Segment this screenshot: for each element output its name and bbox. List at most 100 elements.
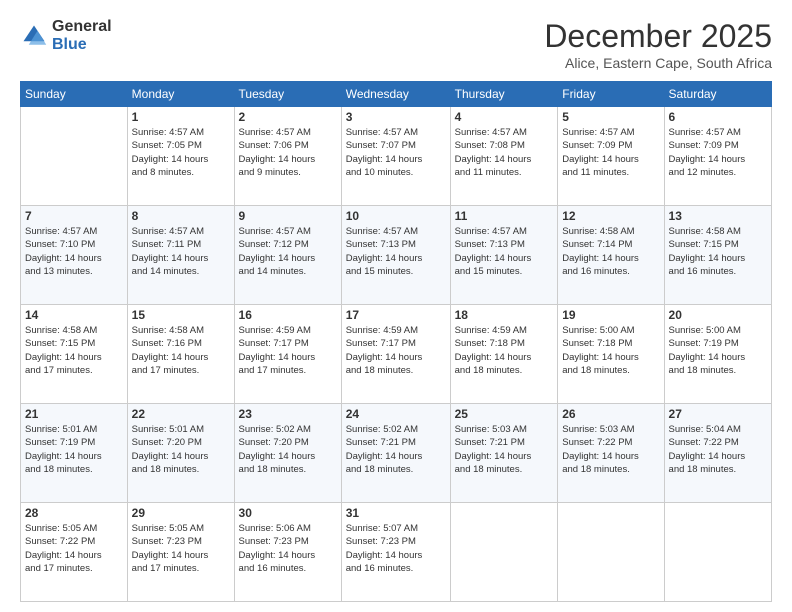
- day-number: 26: [562, 407, 659, 421]
- logo: General Blue: [20, 18, 112, 53]
- calendar-cell: 5 Sunrise: 4:57 AM Sunset: 7:09 PM Daylig…: [558, 107, 664, 206]
- calendar-cell: 28 Sunrise: 5:05 AM Sunset: 7:22 PM Dayli…: [21, 503, 128, 602]
- calendar-cell: 2 Sunrise: 4:57 AM Sunset: 7:06 PM Daylig…: [234, 107, 341, 206]
- day-info: Sunrise: 5:04 AM Sunset: 7:22 PM Dayligh…: [669, 423, 767, 476]
- day-number: 24: [346, 407, 446, 421]
- day-info: Sunrise: 4:57 AM Sunset: 7:11 PM Dayligh…: [132, 225, 230, 278]
- calendar-header-wednesday: Wednesday: [341, 82, 450, 107]
- day-number: 27: [669, 407, 767, 421]
- calendar-cell: [21, 107, 128, 206]
- day-number: 29: [132, 506, 230, 520]
- calendar-cell: 18 Sunrise: 4:59 AM Sunset: 7:18 PM Dayli…: [450, 305, 558, 404]
- day-info: Sunrise: 4:57 AM Sunset: 7:06 PM Dayligh…: [239, 126, 337, 179]
- day-number: 30: [239, 506, 337, 520]
- calendar-cell: 24 Sunrise: 5:02 AM Sunset: 7:21 PM Dayli…: [341, 404, 450, 503]
- day-info: Sunrise: 5:06 AM Sunset: 7:23 PM Dayligh…: [239, 522, 337, 575]
- calendar-cell: 23 Sunrise: 5:02 AM Sunset: 7:20 PM Dayli…: [234, 404, 341, 503]
- calendar-cell: 13Sunrise: 4:58 AM Sunset: 7:15 PM Dayli…: [664, 206, 771, 305]
- calendar-header-thursday: Thursday: [450, 82, 558, 107]
- calendar-cell: 26 Sunrise: 5:03 AM Sunset: 7:22 PM Dayli…: [558, 404, 664, 503]
- calendar-cell: 10Sunrise: 4:57 AM Sunset: 7:13 PM Dayli…: [341, 206, 450, 305]
- day-info: Sunrise: 4:57 AM Sunset: 7:12 PM Dayligh…: [239, 225, 337, 278]
- day-info: Sunrise: 5:00 AM Sunset: 7:18 PM Dayligh…: [562, 324, 659, 377]
- day-number: 7: [25, 209, 123, 223]
- calendar-cell: 29 Sunrise: 5:05 AM Sunset: 7:23 PM Dayli…: [127, 503, 234, 602]
- calendar-cell: 3 Sunrise: 4:57 AM Sunset: 7:07 PM Daylig…: [341, 107, 450, 206]
- day-info: Sunrise: 4:59 AM Sunset: 7:18 PM Dayligh…: [455, 324, 554, 377]
- day-number: 5: [562, 110, 659, 124]
- calendar-cell: [664, 503, 771, 602]
- day-info: Sunrise: 4:57 AM Sunset: 7:07 PM Dayligh…: [346, 126, 446, 179]
- calendar-header-tuesday: Tuesday: [234, 82, 341, 107]
- logo-blue: Blue: [52, 36, 112, 54]
- day-number: 9: [239, 209, 337, 223]
- day-number: 3: [346, 110, 446, 124]
- logo-text: General Blue: [52, 18, 112, 53]
- calendar-cell: 20Sunrise: 5:00 AM Sunset: 7:19 PM Dayli…: [664, 305, 771, 404]
- calendar-cell: 22Sunrise: 5:01 AM Sunset: 7:20 PM Dayli…: [127, 404, 234, 503]
- day-number: 8: [132, 209, 230, 223]
- logo-general: General: [52, 18, 112, 36]
- calendar-cell: 15Sunrise: 4:58 AM Sunset: 7:16 PM Dayli…: [127, 305, 234, 404]
- month-title: December 2025: [544, 18, 772, 55]
- day-number: 6: [669, 110, 767, 124]
- day-info: Sunrise: 4:57 AM Sunset: 7:13 PM Dayligh…: [455, 225, 554, 278]
- day-number: 18: [455, 308, 554, 322]
- day-info: Sunrise: 5:05 AM Sunset: 7:22 PM Dayligh…: [25, 522, 123, 575]
- day-info: Sunrise: 5:02 AM Sunset: 7:20 PM Dayligh…: [239, 423, 337, 476]
- day-info: Sunrise: 4:57 AM Sunset: 7:09 PM Dayligh…: [562, 126, 659, 179]
- day-number: 14: [25, 308, 123, 322]
- day-number: 4: [455, 110, 554, 124]
- day-info: Sunrise: 5:07 AM Sunset: 7:23 PM Dayligh…: [346, 522, 446, 575]
- logo-icon: [20, 22, 48, 50]
- calendar-cell: 1Sunrise: 4:57 AM Sunset: 7:05 PM Daylig…: [127, 107, 234, 206]
- calendar-week-row: 14 Sunrise: 4:58 AM Sunset: 7:15 PM Dayli…: [21, 305, 772, 404]
- header: General Blue December 2025 Alice, Easter…: [20, 18, 772, 71]
- calendar-week-row: 28 Sunrise: 5:05 AM Sunset: 7:22 PM Dayli…: [21, 503, 772, 602]
- calendar-table: SundayMondayTuesdayWednesdayThursdayFrid…: [20, 81, 772, 602]
- calendar-cell: 12Sunrise: 4:58 AM Sunset: 7:14 PM Dayli…: [558, 206, 664, 305]
- day-info: Sunrise: 5:02 AM Sunset: 7:21 PM Dayligh…: [346, 423, 446, 476]
- day-info: Sunrise: 4:58 AM Sunset: 7:15 PM Dayligh…: [25, 324, 123, 377]
- calendar-header-monday: Monday: [127, 82, 234, 107]
- calendar-cell: 4 Sunrise: 4:57 AM Sunset: 7:08 PM Daylig…: [450, 107, 558, 206]
- day-info: Sunrise: 4:58 AM Sunset: 7:16 PM Dayligh…: [132, 324, 230, 377]
- title-block: December 2025 Alice, Eastern Cape, South…: [544, 18, 772, 71]
- calendar-cell: 21Sunrise: 5:01 AM Sunset: 7:19 PM Dayli…: [21, 404, 128, 503]
- calendar-cell: 11 Sunrise: 4:57 AM Sunset: 7:13 PM Dayli…: [450, 206, 558, 305]
- calendar-cell: 7Sunrise: 4:57 AM Sunset: 7:10 PM Daylig…: [21, 206, 128, 305]
- day-info: Sunrise: 5:03 AM Sunset: 7:22 PM Dayligh…: [562, 423, 659, 476]
- calendar-week-row: 21Sunrise: 5:01 AM Sunset: 7:19 PM Dayli…: [21, 404, 772, 503]
- day-info: Sunrise: 5:00 AM Sunset: 7:19 PM Dayligh…: [669, 324, 767, 377]
- day-info: Sunrise: 4:57 AM Sunset: 7:08 PM Dayligh…: [455, 126, 554, 179]
- day-number: 31: [346, 506, 446, 520]
- day-number: 28: [25, 506, 123, 520]
- day-info: Sunrise: 5:05 AM Sunset: 7:23 PM Dayligh…: [132, 522, 230, 575]
- day-info: Sunrise: 5:03 AM Sunset: 7:21 PM Dayligh…: [455, 423, 554, 476]
- day-info: Sunrise: 4:57 AM Sunset: 7:09 PM Dayligh…: [669, 126, 767, 179]
- calendar-cell: 31 Sunrise: 5:07 AM Sunset: 7:23 PM Dayli…: [341, 503, 450, 602]
- calendar-cell: 25 Sunrise: 5:03 AM Sunset: 7:21 PM Dayli…: [450, 404, 558, 503]
- day-info: Sunrise: 4:58 AM Sunset: 7:15 PM Dayligh…: [669, 225, 767, 278]
- calendar-header-row: SundayMondayTuesdayWednesdayThursdayFrid…: [21, 82, 772, 107]
- day-number: 25: [455, 407, 554, 421]
- calendar-cell: 17Sunrise: 4:59 AM Sunset: 7:17 PM Dayli…: [341, 305, 450, 404]
- calendar-header-sunday: Sunday: [21, 82, 128, 107]
- calendar-cell: 27 Sunrise: 5:04 AM Sunset: 7:22 PM Dayli…: [664, 404, 771, 503]
- day-number: 10: [346, 209, 446, 223]
- day-info: Sunrise: 4:58 AM Sunset: 7:14 PM Dayligh…: [562, 225, 659, 278]
- day-number: 2: [239, 110, 337, 124]
- calendar-cell: [558, 503, 664, 602]
- calendar-cell: 16Sunrise: 4:59 AM Sunset: 7:17 PM Dayli…: [234, 305, 341, 404]
- calendar-cell: [450, 503, 558, 602]
- calendar-cell: 9 Sunrise: 4:57 AM Sunset: 7:12 PM Daylig…: [234, 206, 341, 305]
- day-number: 23: [239, 407, 337, 421]
- calendar-cell: 6 Sunrise: 4:57 AM Sunset: 7:09 PM Daylig…: [664, 107, 771, 206]
- day-number: 21: [25, 407, 123, 421]
- subtitle: Alice, Eastern Cape, South Africa: [544, 55, 772, 71]
- day-info: Sunrise: 4:57 AM Sunset: 7:05 PM Dayligh…: [132, 126, 230, 179]
- calendar-cell: 30 Sunrise: 5:06 AM Sunset: 7:23 PM Dayli…: [234, 503, 341, 602]
- calendar-header-saturday: Saturday: [664, 82, 771, 107]
- day-number: 11: [455, 209, 554, 223]
- day-info: Sunrise: 4:59 AM Sunset: 7:17 PM Dayligh…: [346, 324, 446, 377]
